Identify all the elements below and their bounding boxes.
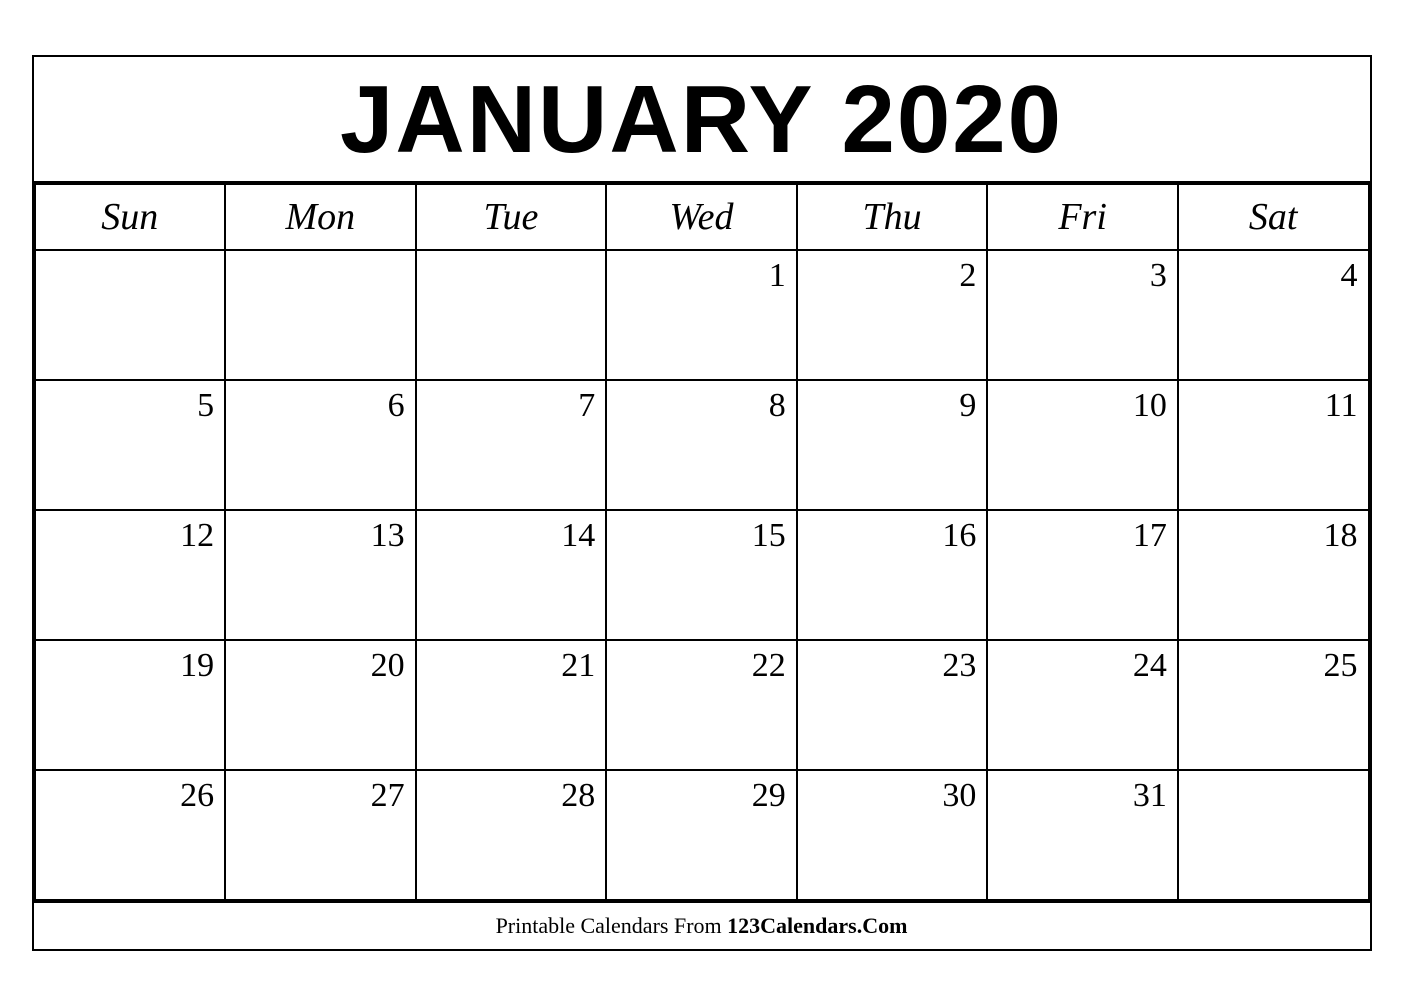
calendar-cell: 3 [987,250,1178,380]
footer-link: 123Calendars.Com [727,913,907,938]
weekday-header-wed: Wed [606,184,797,250]
day-number: 5 [40,387,215,425]
day-number: 26 [40,777,215,815]
calendar-cell [225,250,416,380]
calendar-cell: 10 [987,380,1178,510]
calendar-cell: 24 [987,640,1178,770]
day-number: 1 [611,257,786,295]
calendar-cell: 12 [35,510,226,640]
weekday-header-fri: Fri [987,184,1178,250]
week-row-2: 56789 10 11 [35,380,1369,510]
calendar-footer: Printable Calendars From 123Calendars.Co… [34,901,1370,949]
day-number: 27 [230,777,405,815]
calendar-cell: 30 [797,770,988,900]
calendar-cell: 29 [606,770,797,900]
week-row-1: 1234 [35,250,1369,380]
week-row-5: 26 27 28 29 30 31 [35,770,1369,900]
calendar-cell: 13 [225,510,416,640]
day-number: 4 [1183,257,1358,295]
day-number: 6 [230,387,405,425]
weekday-header-mon: Mon [225,184,416,250]
day-number: 23 [802,647,977,685]
calendar-cell [416,250,607,380]
calendar-cell: 28 [416,770,607,900]
day-number: 21 [421,647,596,685]
day-number: 17 [992,517,1167,555]
day-number: 8 [611,387,786,425]
day-number: 10 [992,387,1167,425]
day-number: 12 [40,517,215,555]
calendar-cell: 26 [35,770,226,900]
day-number: 7 [421,387,596,425]
calendar-cell: 21 [416,640,607,770]
day-number: 15 [611,517,786,555]
calendar-cell: 25 [1178,640,1369,770]
calendar-cell: 23 [797,640,988,770]
footer-text: Printable Calendars From [496,913,728,938]
day-number: 25 [1183,647,1358,685]
calendar-container: JANUARY 2020 SunMonTueWedThuFriSat 12345… [32,55,1372,951]
calendar-cell: 22 [606,640,797,770]
calendar-grid: SunMonTueWedThuFriSat 123456789101112131… [34,183,1370,901]
day-number: 9 [802,387,977,425]
calendar-cell: 1 [606,250,797,380]
week-row-3: 12 13 14 15 16 17 18 [35,510,1369,640]
day-number: 28 [421,777,596,815]
weekday-header-sat: Sat [1178,184,1369,250]
calendar-cell: 9 [797,380,988,510]
calendar-cell: 16 [797,510,988,640]
calendar-cell: 11 [1178,380,1369,510]
calendar-cell: 31 [987,770,1178,900]
calendar-cell [1178,770,1369,900]
day-number: 3 [992,257,1167,295]
day-number: 11 [1183,387,1358,425]
weekday-header-tue: Tue [416,184,607,250]
day-number: 20 [230,647,405,685]
weekday-header-row: SunMonTueWedThuFriSat [35,184,1369,250]
weekday-header-thu: Thu [797,184,988,250]
day-number: 14 [421,517,596,555]
calendar-cell: 7 [416,380,607,510]
day-number: 19 [40,647,215,685]
day-number: 18 [1183,517,1358,555]
calendar-cell: 15 [606,510,797,640]
calendar-cell: 2 [797,250,988,380]
calendar-cell: 27 [225,770,416,900]
calendar-cell: 18 [1178,510,1369,640]
calendar-cell: 19 [35,640,226,770]
weekday-header-sun: Sun [35,184,226,250]
day-number: 30 [802,777,977,815]
day-number: 29 [611,777,786,815]
day-number: 2 [802,257,977,295]
calendar-cell: 6 [225,380,416,510]
day-number: 24 [992,647,1167,685]
calendar-cell: 17 [987,510,1178,640]
day-number: 13 [230,517,405,555]
calendar-cell [35,250,226,380]
day-number: 31 [992,777,1167,815]
calendar-title: JANUARY 2020 [34,57,1370,183]
calendar-cell: 4 [1178,250,1369,380]
calendar-cell: 8 [606,380,797,510]
calendar-cell: 5 [35,380,226,510]
week-row-4: 19 20 21 22 23 24 25 [35,640,1369,770]
day-number: 22 [611,647,786,685]
calendar-cell: 20 [225,640,416,770]
day-number: 16 [802,517,977,555]
calendar-cell: 14 [416,510,607,640]
